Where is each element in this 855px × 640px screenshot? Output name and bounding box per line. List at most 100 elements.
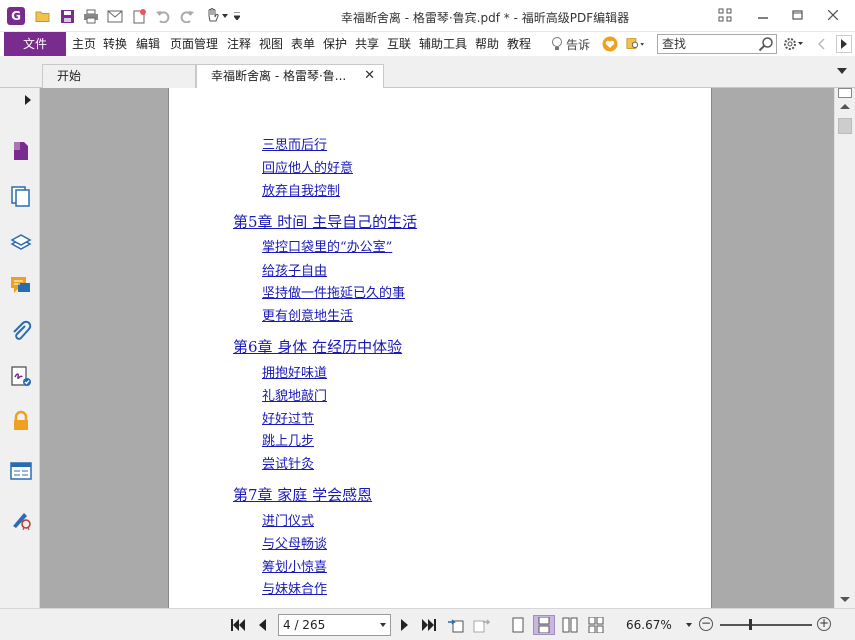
- print-icon[interactable]: [82, 7, 100, 25]
- toc-link[interactable]: 三思而后行: [262, 134, 327, 153]
- next-page-icon[interactable]: [396, 616, 414, 634]
- hand-tool-dropdown-icon[interactable]: [220, 7, 230, 25]
- menu-tutorial[interactable]: 教程: [507, 32, 531, 56]
- continuous-view-icon[interactable]: [533, 615, 555, 635]
- zoom-slider-thumb[interactable]: [749, 619, 752, 630]
- toc-link[interactable]: 回应他人的好意: [262, 157, 353, 176]
- scroll-down-arrow-icon[interactable]: [840, 597, 850, 602]
- search-input[interactable]: 查找: [657, 34, 777, 54]
- single-page-view-icon[interactable]: [507, 615, 529, 635]
- toc-link[interactable]: 好好过节: [262, 408, 314, 427]
- menu-view[interactable]: 视图: [259, 32, 283, 56]
- toc-link[interactable]: 拥抱好味道: [262, 362, 327, 381]
- toc-link[interactable]: 给孩子自由: [262, 260, 327, 279]
- vertical-scrollbar[interactable]: [834, 88, 855, 608]
- menu-home[interactable]: 主页: [72, 32, 96, 56]
- toc-chapter-link[interactable]: 第6章 身体 在经历中体验: [233, 336, 402, 357]
- new-document-icon[interactable]: [130, 7, 148, 25]
- last-page-icon[interactable]: [420, 616, 438, 634]
- previous-view-icon[interactable]: [447, 616, 465, 634]
- toc-link[interactable]: 进门仪式: [262, 510, 314, 529]
- bookmarks-icon[interactable]: [10, 140, 32, 162]
- menu-protect[interactable]: 保护: [323, 32, 347, 56]
- maximize-icon[interactable]: [786, 6, 808, 24]
- navigation-panel: [0, 88, 40, 608]
- tab-document[interactable]: 幸福断舍离 - 格雷琴·鲁... ✕: [196, 64, 384, 89]
- menu-form[interactable]: 表单: [291, 32, 315, 56]
- tell-me-box[interactable]: 告诉: [551, 34, 590, 54]
- find-options-icon[interactable]: [626, 35, 644, 53]
- toc-link[interactable]: 与父母畅谈: [262, 533, 327, 552]
- page-number-field[interactable]: 4 / 265: [278, 614, 391, 636]
- menu-edit[interactable]: 编辑: [136, 32, 160, 56]
- zoom-in-button[interactable]: +: [817, 617, 831, 631]
- customize-toolbar-icon[interactable]: [232, 7, 242, 25]
- close-tab-icon[interactable]: ✕: [364, 65, 375, 87]
- certificate-signature-icon[interactable]: [10, 508, 32, 530]
- ribbon-scroll-right-icon[interactable]: [836, 35, 852, 53]
- save-icon[interactable]: [58, 7, 76, 25]
- ribbon-scroll-left-icon[interactable]: [812, 35, 830, 53]
- settings-gear-icon[interactable]: [781, 35, 805, 53]
- ribbon-display-icon[interactable]: [714, 6, 736, 24]
- toc-link[interactable]: 放弃自我控制: [262, 180, 340, 199]
- search-placeholder: 查找: [662, 37, 687, 51]
- tab-start-label: 开始: [57, 69, 82, 83]
- previous-page-icon[interactable]: [253, 616, 271, 634]
- menu-accessibility[interactable]: 辅助工具: [419, 32, 467, 56]
- toc-chapter-link[interactable]: 第7章 家庭 学会感恩: [233, 484, 372, 505]
- zoom-level[interactable]: 66.67%: [626, 618, 672, 632]
- close-window-icon[interactable]: [822, 6, 844, 24]
- search-icon[interactable]: [758, 36, 774, 52]
- toc-link[interactable]: 更有创意地生活: [262, 305, 353, 324]
- comments-icon[interactable]: [10, 275, 32, 297]
- scroll-up-arrow-icon[interactable]: [840, 104, 850, 109]
- page-thumbnails-icon[interactable]: [10, 185, 32, 207]
- toc-link[interactable]: 坚持做一件拖延已久的事: [262, 282, 405, 301]
- file-menu-button[interactable]: 文件: [4, 32, 66, 56]
- toc-link[interactable]: 与妹妹合作: [262, 578, 327, 597]
- first-page-icon[interactable]: [229, 616, 247, 634]
- page-dropdown-icon[interactable]: [380, 623, 386, 627]
- toc-link[interactable]: 礼貌地敲门: [262, 385, 327, 404]
- zoom-slider-track[interactable]: [720, 624, 812, 626]
- document-viewport[interactable]: 三思而后行 回应他人的好意 放弃自我控制 第5章 时间 主导自己的生活 掌控口袋…: [40, 88, 834, 608]
- facing-view-icon[interactable]: [559, 615, 581, 635]
- attachments-paperclip-icon[interactable]: [10, 320, 32, 342]
- menu-page-management[interactable]: 页面管理: [170, 32, 218, 56]
- toc-link[interactable]: 跳上几步: [262, 430, 314, 449]
- open-folder-icon[interactable]: [34, 7, 52, 25]
- toc-link[interactable]: 尝试针灸: [262, 453, 314, 472]
- minimize-icon[interactable]: [752, 6, 774, 24]
- scrollbar-thumb[interactable]: [838, 118, 852, 134]
- layers-icon[interactable]: [10, 230, 32, 252]
- expand-panel-icon[interactable]: [25, 95, 31, 105]
- favorites-heart-icon[interactable]: [601, 35, 619, 53]
- continuous-facing-view-icon[interactable]: [585, 615, 607, 635]
- redo-icon[interactable]: [178, 7, 196, 25]
- zoom-dropdown-icon[interactable]: [686, 623, 692, 627]
- security-lock-icon[interactable]: [10, 410, 32, 432]
- toc-link[interactable]: 掌控口袋里的“办公室”: [262, 236, 392, 255]
- menu-convert[interactable]: 转换: [103, 32, 127, 56]
- page-indicator: 4 / 265: [283, 618, 326, 632]
- zoom-out-button[interactable]: −: [699, 617, 713, 631]
- title-bar: G 幸福断舍离 - 格雷琴·鲁宾.pdf * - 福昕高级PDF编辑器: [0, 0, 855, 32]
- undo-icon[interactable]: [154, 7, 172, 25]
- menu-help[interactable]: 帮助: [475, 32, 499, 56]
- signatures-icon[interactable]: [10, 365, 32, 387]
- window-title: 幸福断舍离 - 格雷琴·鲁宾.pdf * - 福昕高级PDF编辑器: [340, 11, 630, 25]
- form-fields-icon[interactable]: [10, 460, 32, 482]
- split-view-handle[interactable]: [838, 88, 852, 98]
- tab-start[interactable]: 开始: [42, 64, 196, 88]
- app-logo-icon[interactable]: G: [7, 7, 25, 25]
- menu-comment[interactable]: 注释: [227, 32, 251, 56]
- tab-list-dropdown-icon[interactable]: [837, 68, 847, 74]
- toc-chapter-link[interactable]: 第5章 时间 主导自己的生活: [233, 211, 417, 232]
- menu-connect[interactable]: 互联: [387, 32, 411, 56]
- email-icon[interactable]: [106, 7, 124, 25]
- menu-share[interactable]: 共享: [355, 32, 379, 56]
- hand-tool-icon[interactable]: [203, 7, 221, 25]
- toc-link[interactable]: 筹划小惊喜: [262, 556, 327, 575]
- next-view-icon[interactable]: [472, 616, 490, 634]
